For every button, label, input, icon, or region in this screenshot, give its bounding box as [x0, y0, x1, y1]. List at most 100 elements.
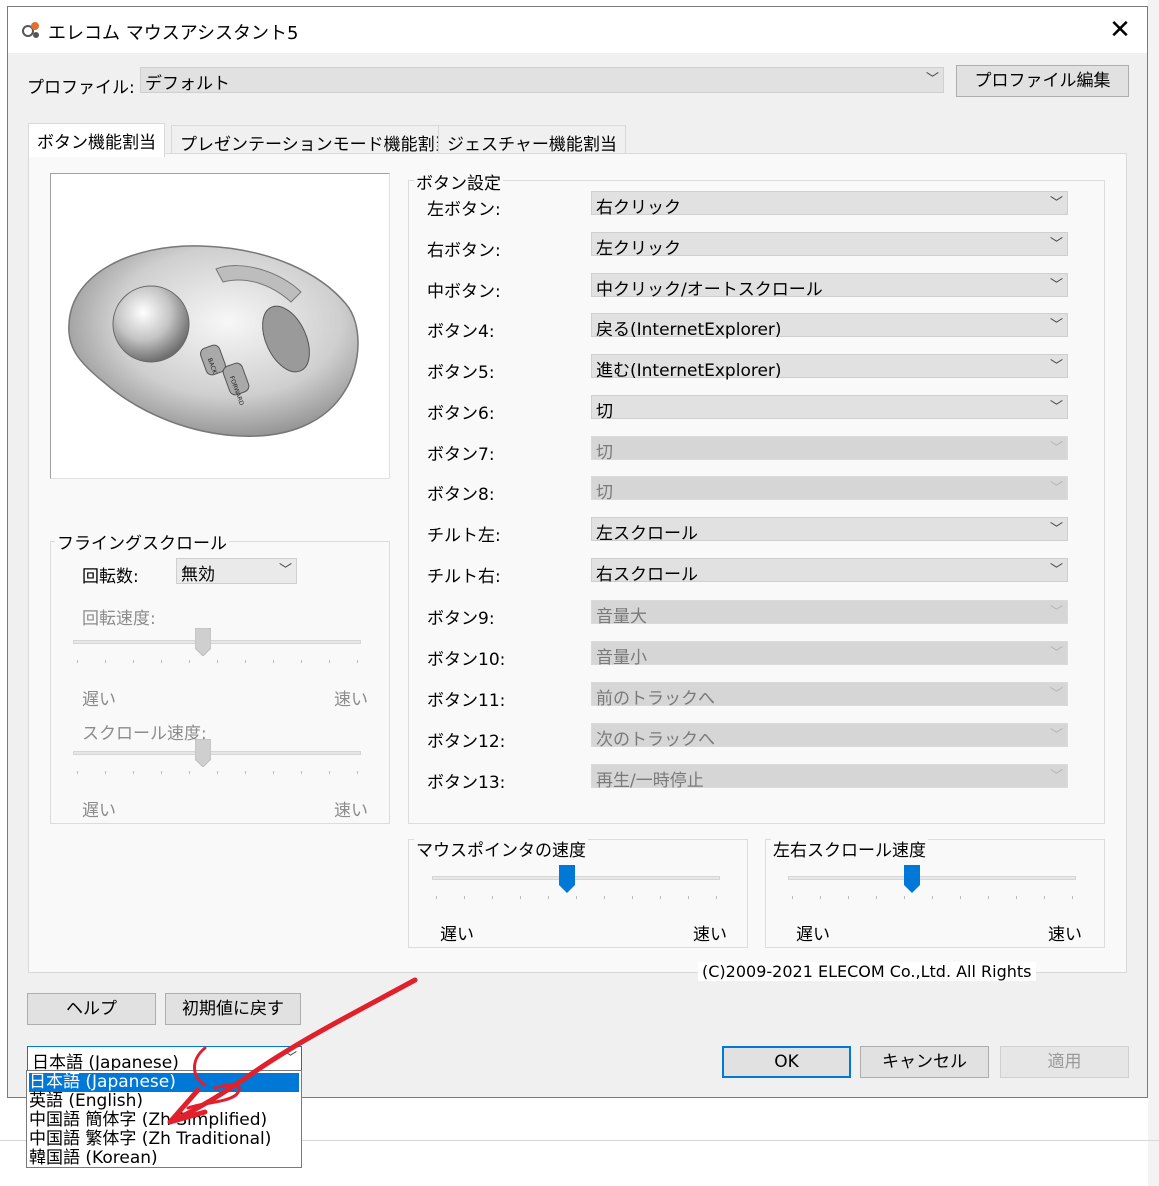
- button-setting-value: 前のトラックへ: [596, 689, 715, 709]
- slider-tick: [105, 771, 106, 774]
- rotation-label: 回転数:: [82, 567, 139, 587]
- chevron-down-icon: ﹀: [1049, 728, 1063, 743]
- chevron-down-icon: ﹀: [1049, 646, 1063, 661]
- button-setting-label: 左ボタン:: [427, 200, 501, 220]
- rotation-select[interactable]: 無効 ﹀: [176, 558, 297, 585]
- language-option-english[interactable]: 英語 (English): [29, 1092, 299, 1111]
- chevron-down-icon: ﹀: [925, 72, 939, 87]
- button-setting-select[interactable]: 左スクロール ﹀: [591, 517, 1068, 544]
- pointer-speed-fast: 速い: [693, 925, 727, 945]
- button-setting-label: 中ボタン:: [427, 282, 501, 302]
- background-strip: [1148, 0, 1159, 1186]
- button-setting-select[interactable]: 中クリック/オートスクロール ﹀: [591, 273, 1068, 300]
- button-setting-select[interactable]: 右スクロール ﹀: [591, 558, 1068, 585]
- pointer-speed-slow: 遅い: [440, 925, 474, 945]
- profile-select[interactable]: デフォルト ﹀: [140, 67, 944, 94]
- language-option-japanese[interactable]: 日本語 (Japanese): [29, 1073, 299, 1092]
- app-icon: [22, 22, 39, 38]
- button-setting-select: 前のトラックへ ﹀: [591, 682, 1068, 709]
- slider-tick: [189, 771, 190, 774]
- rotation-speed-fast: 速い: [334, 690, 368, 710]
- slider-tick: [329, 660, 330, 663]
- pointer-speed-track: [432, 876, 720, 880]
- pointer-speed-thumb[interactable]: [559, 865, 576, 893]
- slider-tick: [932, 896, 933, 899]
- slider-tick: [133, 660, 134, 663]
- ok-button[interactable]: OK: [722, 1046, 851, 1078]
- slider-tick: [357, 771, 358, 774]
- slider-tick: [301, 771, 302, 774]
- copyright-text: (C)2009-2021 ELECOM Co.,Ltd. All Rights: [698, 962, 1036, 981]
- language-dropdown-list: 日本語 (Japanese) 英語 (English) 中国語 簡体字 (Zh …: [26, 1070, 302, 1168]
- hscroll-speed-thumb[interactable]: [903, 865, 920, 893]
- language-select[interactable]: 日本語 (Japanese) ﹀: [27, 1046, 302, 1073]
- slider-tick: [820, 896, 821, 899]
- chevron-down-icon: ﹀: [1049, 359, 1063, 374]
- slider-tick: [576, 896, 577, 899]
- chevron-down-icon: ﹀: [1049, 318, 1063, 333]
- button-setting-select[interactable]: 切 ﹀: [591, 395, 1068, 422]
- rotation-speed-thumb[interactable]: [194, 628, 211, 656]
- button-setting-label: チルト左:: [427, 526, 501, 546]
- tab-panel: BACK FORWARD フライングスクロール 回転数: 無効 ﹀ 回転速度: …: [28, 153, 1127, 973]
- language-option-zh-simplified[interactable]: 中国語 簡体字 (Zh Simplified): [29, 1111, 299, 1130]
- help-button[interactable]: ヘルプ: [27, 993, 156, 1025]
- button-setting-label: ボタン12:: [427, 732, 506, 752]
- slider-tick: [273, 771, 274, 774]
- button-setting-select[interactable]: 右クリック ﹀: [591, 191, 1068, 218]
- slider-tick: [245, 660, 246, 663]
- button-setting-label: 右ボタン:: [427, 241, 501, 261]
- close-icon[interactable]: ✕: [1102, 15, 1138, 45]
- button-setting-value: 切: [596, 443, 613, 463]
- rotation-speed-track: [73, 640, 361, 644]
- apply-button[interactable]: 適用: [1000, 1046, 1129, 1078]
- slider-tick: [988, 896, 989, 899]
- cancel-button[interactable]: キャンセル: [860, 1046, 989, 1078]
- slider-tick: [436, 896, 437, 899]
- button-setting-value: 再生/一時停止: [596, 771, 704, 791]
- profile-label: プロファイル:: [27, 78, 135, 98]
- button-setting-label: ボタン10:: [427, 650, 506, 670]
- edit-profile-button[interactable]: プロファイル編集: [956, 65, 1129, 97]
- slider-tick: [904, 896, 905, 899]
- button-setting-select[interactable]: 左クリック ﹀: [591, 232, 1068, 259]
- language-option-korean[interactable]: 韓国語 (Korean): [29, 1149, 299, 1168]
- language-option-zh-traditional[interactable]: 中国語 繁体字 (Zh Traditional): [29, 1130, 299, 1149]
- slider-tick: [105, 660, 106, 663]
- button-setting-value: 左スクロール: [596, 524, 698, 544]
- slider-tick: [1072, 896, 1073, 899]
- button-setting-select[interactable]: 戻る(InternetExplorer) ﹀: [591, 313, 1068, 340]
- tab-gesture[interactable]: ジェスチャー機能割当: [438, 125, 626, 155]
- scroll-speed-track: [73, 751, 361, 755]
- mouse-image-frame: BACK FORWARD: [50, 173, 390, 479]
- button-setting-select[interactable]: 進む(InternetExplorer) ﹀: [591, 354, 1068, 381]
- tab-button-assignment[interactable]: ボタン機能割当: [28, 123, 165, 157]
- button-setting-label: ボタン5:: [427, 363, 495, 383]
- scroll-speed-fast: 速い: [334, 801, 368, 821]
- scroll-speed-slow: 遅い: [82, 801, 116, 821]
- button-setting-value: 中クリック/オートスクロール: [596, 280, 823, 300]
- scroll-speed-thumb[interactable]: [194, 739, 211, 767]
- tab-presentation-mode[interactable]: プレゼンテーションモード機能割当: [171, 125, 461, 155]
- button-setting-label: チルト右:: [427, 567, 501, 587]
- button-setting-label: ボタン9:: [427, 609, 495, 629]
- slider-tick: [604, 896, 605, 899]
- button-setting-value: 右スクロール: [596, 565, 698, 585]
- slider-tick: [273, 660, 274, 663]
- button-setting-value: 次のトラックへ: [596, 730, 715, 750]
- slider-tick: [464, 896, 465, 899]
- button-setting-label: ボタン6:: [427, 404, 495, 424]
- reset-defaults-button[interactable]: 初期値に戻す: [165, 993, 301, 1025]
- button-settings-title: ボタン設定: [414, 169, 503, 194]
- button-setting-value: 進む(InternetExplorer): [596, 361, 782, 381]
- slider-tick: [792, 896, 793, 899]
- button-setting-label: ボタン8:: [427, 485, 495, 505]
- slider-tick: [848, 896, 849, 899]
- button-setting-select: 再生/一時停止 ﹀: [591, 764, 1068, 791]
- hscroll-speed-fast: 速い: [1048, 925, 1082, 945]
- slider-tick: [660, 896, 661, 899]
- button-setting-select: 次のトラックへ ﹀: [591, 723, 1068, 750]
- flying-scroll-title: フライングスクロール: [55, 529, 229, 554]
- button-setting-label: ボタン7:: [427, 445, 495, 465]
- rotation-speed-label: 回転速度:: [82, 609, 156, 629]
